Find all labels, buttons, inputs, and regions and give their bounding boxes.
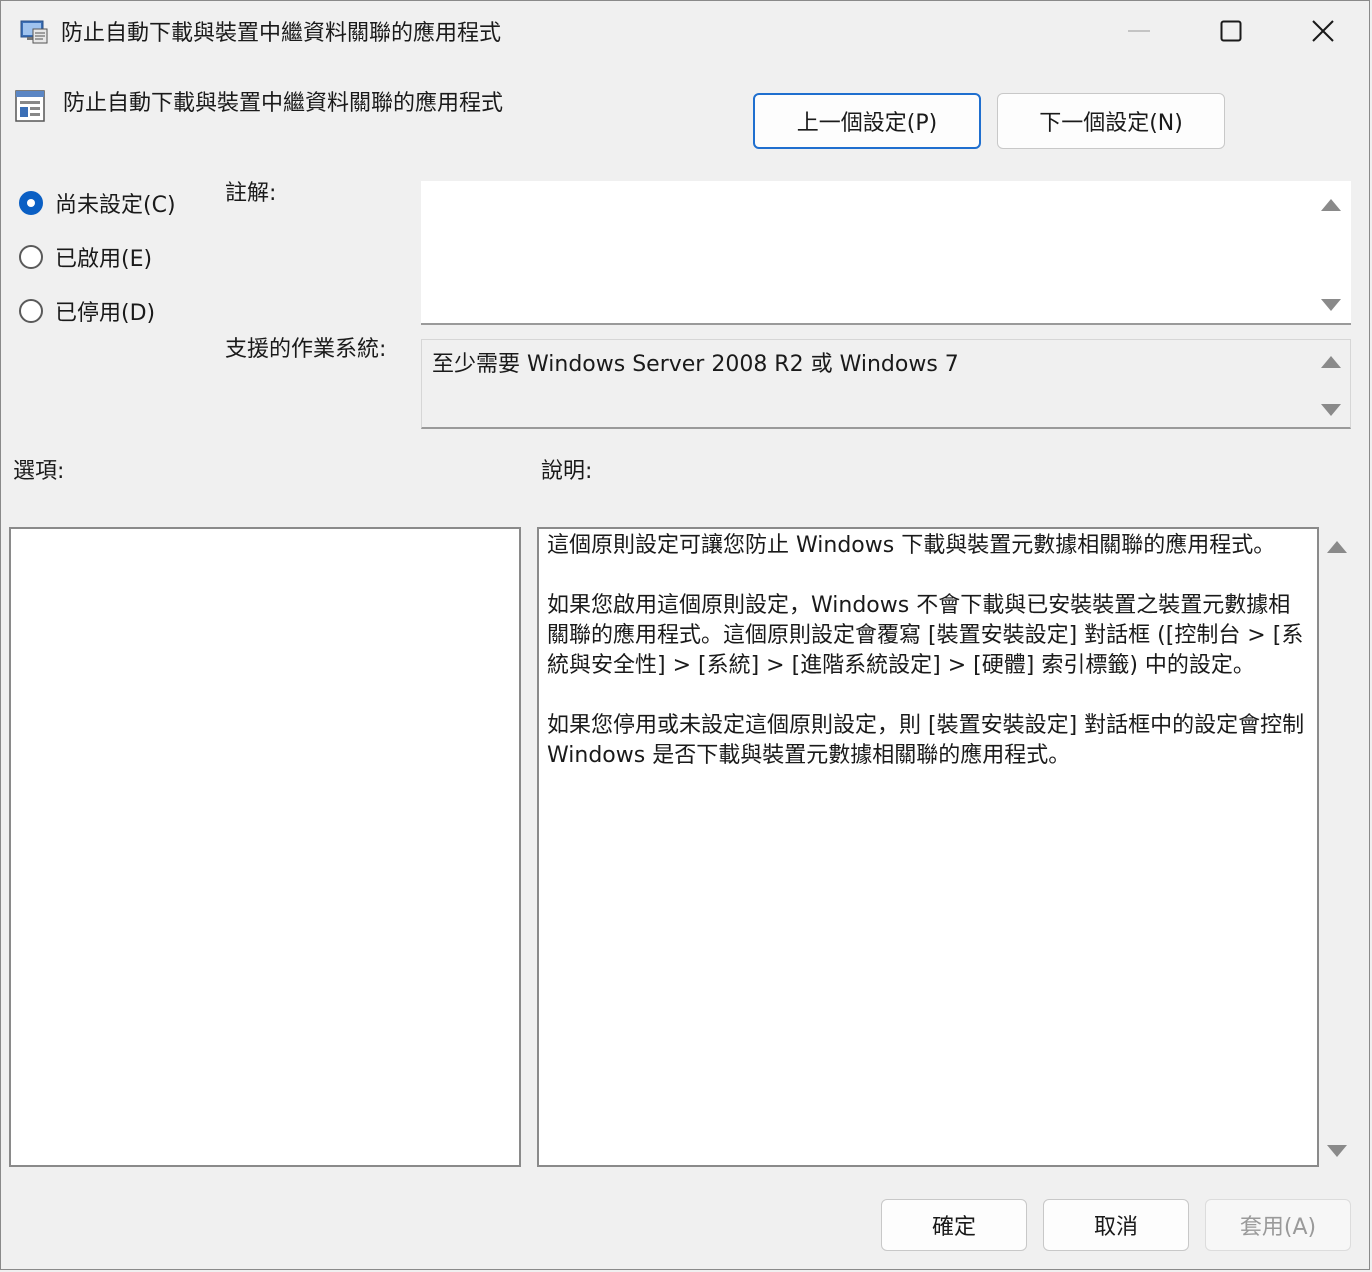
radio-unselected-icon [19, 299, 43, 323]
policy-name: 防止自動下載與裝置中繼資料關聯的應用程式 [63, 91, 504, 116]
comment-label: 註解: [225, 181, 277, 206]
radio-not-configured[interactable]: 尚未設定(C) [19, 187, 176, 219]
help-text: 這個原則設定可讓您防止 Windows 下載與裝置元數據相關聯的應用程式。 如果… [547, 531, 1311, 801]
scroll-down-arrow-icon[interactable] [1327, 1145, 1347, 1157]
scroll-up-arrow-icon[interactable] [1327, 541, 1347, 553]
help-paragraph: 這個原則設定可讓您防止 Windows 下載與裝置元數據相關聯的應用程式。 [547, 533, 1276, 558]
help-label: 說明: [541, 459, 593, 484]
supported-os-field: 至少需要 Windows Server 2008 R2 或 Windows 7 [421, 339, 1351, 429]
supported-os-value: 至少需要 Windows Server 2008 R2 或 Windows 7 [432, 352, 959, 377]
options-panel [9, 527, 521, 1167]
minimize-icon [1128, 30, 1150, 32]
window-title: 防止自動下載與裝置中繼資料關聯的應用程式 [61, 21, 502, 46]
policy-window-icon [20, 20, 48, 44]
cancel-button[interactable]: 取消 [1043, 1199, 1189, 1251]
maximize-button[interactable] [1185, 1, 1277, 61]
help-paragraph: 如果您停用或未設定這個原則設定，則 [裝置安裝設定] 對話框中的設定會控制 Wi… [547, 713, 1305, 768]
supported-os-label: 支援的作業系統: [225, 337, 387, 362]
maximize-icon [1220, 20, 1242, 42]
policy-setting-icon [15, 90, 45, 122]
title-bar: 防止自動下載與裝置中繼資料關聯的應用程式 [1, 1, 1369, 61]
options-label: 選項: [13, 459, 65, 484]
radio-label: 尚未設定(C) [55, 193, 176, 218]
radio-enabled[interactable]: 已啟用(E) [19, 241, 152, 273]
help-panel: 這個原則設定可讓您防止 Windows 下載與裝置元數據相關聯的應用程式。 如果… [537, 527, 1319, 1167]
scroll-down-arrow-icon[interactable] [1321, 404, 1341, 416]
close-icon [1312, 20, 1334, 42]
scroll-up-arrow-icon[interactable] [1321, 356, 1341, 368]
radio-unselected-icon [19, 245, 43, 269]
next-setting-button[interactable]: 下一個設定(N) [997, 93, 1225, 149]
radio-label: 已啟用(E) [55, 247, 153, 272]
comment-field[interactable] [421, 181, 1351, 325]
radio-label: 已停用(D) [55, 301, 156, 326]
apply-button[interactable]: 套用(A) [1205, 1199, 1351, 1251]
previous-setting-button[interactable]: 上一個設定(P) [753, 93, 981, 149]
policy-dialog: 防止自動下載與裝置中繼資料關聯的應用程式 防止自動下載與裝置中繼資料關聯的應用程… [0, 0, 1370, 1270]
radio-selected-icon [19, 191, 43, 215]
minimize-button[interactable] [1093, 1, 1185, 61]
help-paragraph: 如果您啟用這個原則設定，Windows 不會下載與已安裝裝置之裝置元數據相關聯的… [547, 593, 1304, 678]
close-button[interactable] [1277, 1, 1369, 61]
scroll-up-arrow-icon[interactable] [1321, 199, 1341, 211]
radio-disabled[interactable]: 已停用(D) [19, 295, 155, 327]
scroll-down-arrow-icon[interactable] [1321, 299, 1341, 311]
ok-button[interactable]: 確定 [881, 1199, 1027, 1251]
